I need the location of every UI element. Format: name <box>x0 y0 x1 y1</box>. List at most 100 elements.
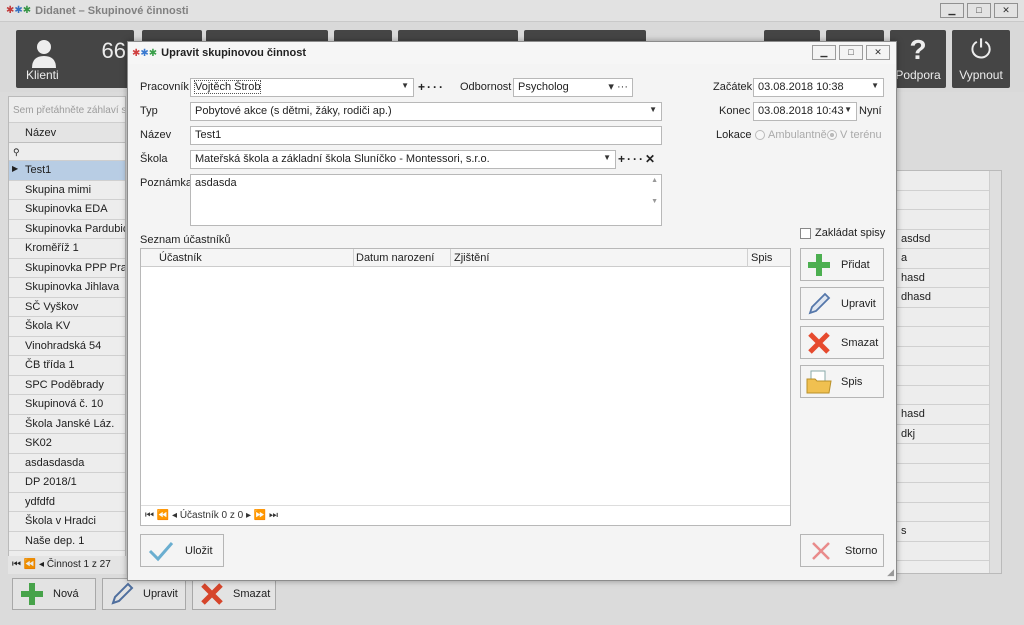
table-row[interactable]: DP 2018/1 <box>9 473 125 493</box>
table-row[interactable]: Škola v Hradci <box>9 512 125 532</box>
grid-scrollbar[interactable] <box>989 171 1001 573</box>
nav-next-page-icon[interactable]: ⏩ <box>254 510 266 521</box>
nav-first-icon[interactable]: ⏮ <box>145 510 154 521</box>
nav-first-icon[interactable]: ⏮ <box>12 559 21 570</box>
col-datum-narozeni[interactable]: Datum narození <box>356 252 434 264</box>
table-row[interactable]: hasd <box>897 269 1001 288</box>
col-spis[interactable]: Spis <box>751 252 772 264</box>
table-row[interactable] <box>897 308 1001 327</box>
row-label: Škola v Hradci <box>25 515 96 527</box>
nav-prev-page-icon[interactable]: ⏪ <box>24 559 36 570</box>
table-row[interactable] <box>897 386 1001 405</box>
table-row[interactable]: dhasd <box>897 288 1001 308</box>
tile-vypnout[interactable]: ⏻ Vypnout <box>952 30 1010 88</box>
table-row[interactable] <box>897 327 1001 347</box>
nav-prev-icon[interactable]: ◂ <box>172 510 177 521</box>
table-row[interactable]: SČ Vyškov <box>9 298 125 317</box>
zacatek-field[interactable]: 03.08.2018 10:38 ▼ <box>753 78 884 97</box>
konec-field[interactable]: 03.08.2018 10:43 ▼ <box>753 102 857 121</box>
ulozit-button[interactable]: Uložit <box>140 534 224 567</box>
nav-prev-icon[interactable]: ◂ <box>39 559 44 570</box>
lokace-ambulantne[interactable]: Ambulantně <box>755 129 827 141</box>
dialog-close-button[interactable]: ✕ <box>866 45 890 60</box>
add-icon[interactable]: + <box>418 80 427 94</box>
table-row[interactable]: SK02 <box>9 434 125 454</box>
column-header-nazev[interactable]: Název <box>9 123 125 143</box>
table-row[interactable] <box>897 503 1001 522</box>
table-row[interactable]: asdsd <box>897 230 1001 249</box>
more-icon[interactable]: ··· <box>427 80 445 94</box>
table-row[interactable]: Skupina mimi <box>9 181 125 200</box>
table-row[interactable] <box>897 542 1001 561</box>
table-row[interactable]: ČB třída 1 <box>9 356 125 376</box>
smazat-button[interactable]: Smazat <box>192 578 276 610</box>
table-row[interactable] <box>897 347 1001 366</box>
table-row[interactable]: Vinohradská 54 <box>9 337 125 356</box>
nav-last-icon[interactable]: ⏭ <box>269 510 278 521</box>
lokace-v-terenu[interactable]: V terénu <box>827 129 882 141</box>
pridat-button[interactable]: Přidat <box>800 248 884 281</box>
upravit-button[interactable]: Upravit <box>102 578 186 610</box>
nyni-button[interactable]: Nyní <box>859 105 882 117</box>
typ-select[interactable]: Pobytové akce (s dětmi, žáky, rodiči ap.… <box>190 102 662 121</box>
radio-v-terenu[interactable] <box>827 130 837 141</box>
add-icon[interactable]: + <box>618 152 627 166</box>
table-row[interactable]: asdasdasda <box>9 454 125 473</box>
nav-next-icon[interactable]: ▸ <box>246 510 251 521</box>
storno-button[interactable]: Storno <box>800 534 884 567</box>
table-row[interactable]: Skupinovka Jihlava <box>9 278 125 298</box>
table-row[interactable]: Skupinovka EDA <box>9 200 125 220</box>
table-row[interactable]: Naše dep. 1 <box>9 532 125 551</box>
table-row[interactable]: Skupinovka PPP Praha <box>9 259 125 278</box>
nazev-input[interactable]: Test1 <box>190 126 662 145</box>
table-row[interactable] <box>897 171 1001 191</box>
table-row[interactable]: Škola Janské Láz. <box>9 415 125 434</box>
tile-klienti[interactable]: 66 Klienti <box>16 30 134 88</box>
table-row[interactable] <box>897 444 1001 464</box>
maximize-button[interactable]: □ <box>967 3 991 18</box>
nova-button[interactable]: Nová <box>12 578 96 610</box>
dialog-minimize-button[interactable]: ▁ <box>812 45 836 60</box>
table-row[interactable]: ▶ Test1 <box>9 161 125 181</box>
clear-icon[interactable]: ✕ <box>645 152 657 166</box>
skola-select[interactable]: Mateřská škola a základní škola Sluníčko… <box>190 150 616 169</box>
table-row[interactable]: Kroměříž 1 <box>9 239 125 259</box>
table-row[interactable] <box>897 483 1001 503</box>
table-row[interactable]: s <box>897 522 1001 542</box>
participants-nav[interactable]: ⏮ ⏪ ◂ Účastník 0 z 0 ▸ ⏩ ⏭ <box>141 505 790 525</box>
more-icon[interactable]: ··· <box>627 152 645 166</box>
table-row[interactable]: Škola KV <box>9 317 125 337</box>
zakladat-spisy-checkbox[interactable]: Zakládat spisy <box>800 227 885 239</box>
upravit-participant-button[interactable]: Upravit <box>800 287 884 320</box>
table-row[interactable]: Skupinová č. 10 <box>9 395 125 415</box>
radio-ambulantne[interactable] <box>755 130 765 141</box>
table-row[interactable] <box>897 464 1001 483</box>
filter-row[interactable]: ⚲ <box>9 143 125 161</box>
table-row[interactable] <box>897 191 1001 210</box>
nav-prev-page-icon[interactable]: ⏪ <box>157 510 169 521</box>
textarea-scrollbar[interactable]: ▲ ▼ <box>651 177 658 205</box>
odbornost-select[interactable]: Psycholog ▾ ··· <box>513 78 633 97</box>
table-row[interactable] <box>897 210 1001 230</box>
pracovnik-select[interactable]: Vojtěch Štrob ▼ <box>190 78 414 97</box>
resize-grip-icon[interactable]: ◢ <box>887 567 894 578</box>
dialog-maximize-button[interactable]: □ <box>839 45 863 60</box>
col-ucastnik[interactable]: Účastník <box>159 252 202 264</box>
smazat-participant-button[interactable]: Smazat <box>800 326 884 359</box>
minimize-button[interactable]: ▁ <box>940 3 964 18</box>
grid-nav[interactable]: ⏮ ⏪ ◂ Činnost 1 z 27 <box>8 556 126 574</box>
tile-podpora[interactable]: ? Podpora <box>890 30 946 88</box>
poznamka-textarea[interactable]: asdasda ▲ ▼ <box>190 174 662 226</box>
table-row[interactable]: SPC Poděbrady <box>9 376 125 395</box>
close-button[interactable]: ✕ <box>994 3 1018 18</box>
table-row[interactable] <box>897 366 1001 386</box>
table-row[interactable]: hasd <box>897 405 1001 425</box>
table-row[interactable]: ydfdfd <box>9 493 125 512</box>
table-row[interactable]: a <box>897 249 1001 269</box>
checkbox-box[interactable] <box>800 227 811 239</box>
table-row[interactable]: Skupinovka Pardubice <box>9 220 125 239</box>
table-row[interactable]: dkj <box>897 425 1001 444</box>
more-icon[interactable]: ▾ ··· <box>608 80 628 93</box>
col-zjisteni[interactable]: Zjištění <box>454 252 489 264</box>
spis-button[interactable]: Spis <box>800 365 884 398</box>
